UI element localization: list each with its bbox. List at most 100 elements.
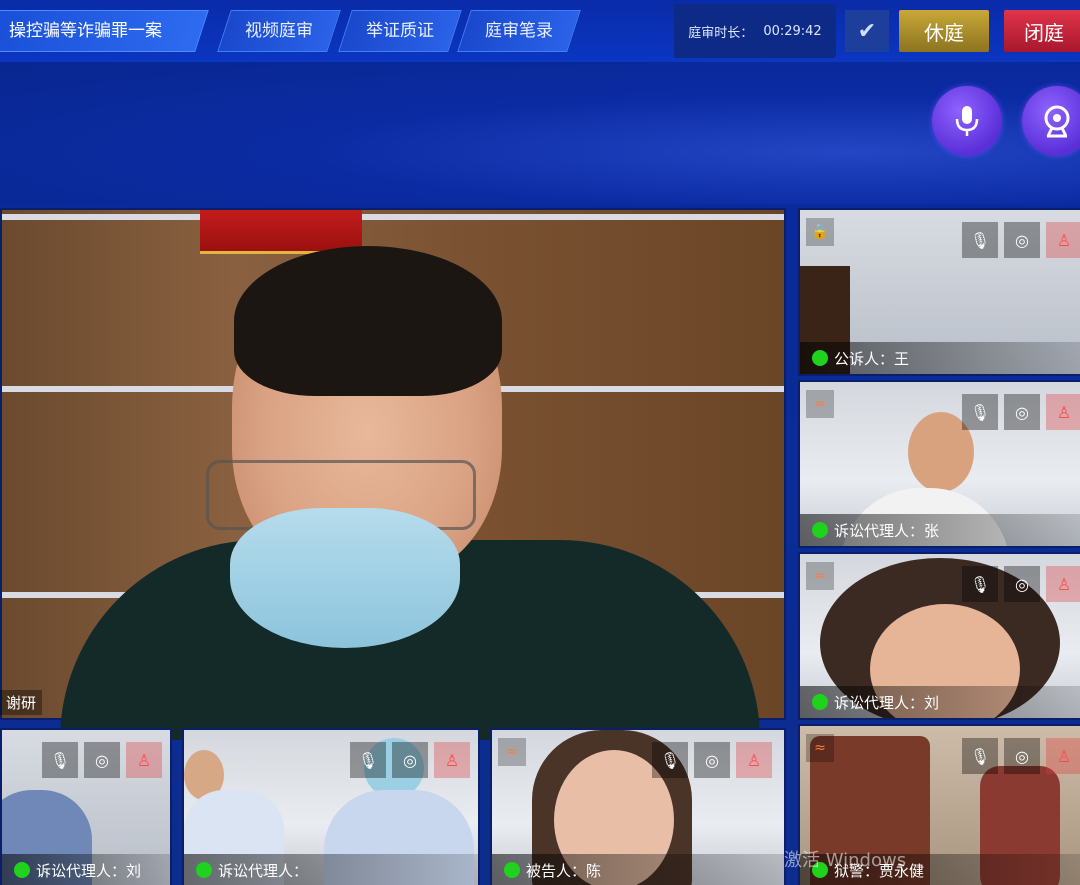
- top-bar: 操控骗等诈骗罪一案 视频庭审 举证质证 庭审笔录 庭审时长： 00:29:42 …: [0, 0, 1080, 62]
- confirm-button[interactable]: ✔: [845, 10, 889, 52]
- microphone-icon: 🎙: [49, 750, 71, 770]
- video-tile-bottom-2[interactable]: 🎙 ◎ ♙ 诉讼代理人：: [182, 728, 480, 885]
- camera-icon: ◎: [1015, 746, 1029, 766]
- camera-icon: [1044, 105, 1070, 138]
- remove-user-icon: ♙: [746, 750, 762, 770]
- case-title-text: 操控骗等诈骗罪一案: [9, 21, 162, 41]
- tile-mic-button[interactable]: 🎙: [962, 566, 998, 602]
- tile-mic-button[interactable]: 🎙: [962, 222, 998, 258]
- wall-panel-line: [2, 214, 784, 220]
- remove-user-icon: ♙: [1056, 574, 1072, 594]
- microphone-icon: 🎙: [357, 750, 379, 770]
- tile-label: 被告人：陈: [492, 854, 784, 885]
- close-court-button[interactable]: 闭庭: [1004, 10, 1080, 52]
- tile-camera-button[interactable]: ◎: [1004, 566, 1040, 602]
- tile-remove-user-button[interactable]: ♙: [1046, 738, 1080, 774]
- online-status-icon: [196, 862, 212, 878]
- tab-evidence-label: 举证质证: [366, 21, 434, 41]
- camera-icon: ◎: [1015, 402, 1029, 422]
- video-tile-defendant[interactable]: ≈ 🎙 ◎ ♙ 被告人：陈: [490, 728, 786, 885]
- signal-icon: ≈: [806, 390, 834, 418]
- remove-user-icon: ♙: [444, 750, 460, 770]
- tile-camera-button[interactable]: ◎: [1004, 738, 1040, 774]
- microphone-icon: 🎙: [969, 230, 991, 250]
- microphone-icon: [955, 106, 979, 136]
- tile-remove-user-button[interactable]: ♙: [1046, 566, 1080, 602]
- tab-video-trial-label: 视频庭审: [245, 21, 313, 41]
- tile-controls: 🎙 ◎ ♙: [350, 742, 470, 778]
- tile-mic-button[interactable]: 🎙: [962, 394, 998, 430]
- tab-video-trial[interactable]: 视频庭审: [217, 10, 341, 52]
- tile-remove-user-button[interactable]: ♙: [1046, 222, 1080, 258]
- windows-activation-watermark: 激活 Windows: [784, 850, 907, 871]
- tile-camera-button[interactable]: ◎: [84, 742, 120, 778]
- video-tile-bottom-1[interactable]: 🎙 ◎ ♙ 诉讼代理人：刘: [0, 728, 172, 885]
- microphone-icon: 🎙: [969, 402, 991, 422]
- online-status-icon: [812, 694, 828, 710]
- adjourn-button[interactable]: 休庭: [899, 10, 989, 52]
- tile-remove-user-button[interactable]: ♙: [126, 742, 162, 778]
- tile-mic-button[interactable]: 🎙: [962, 738, 998, 774]
- remove-user-icon: ♙: [1056, 402, 1072, 422]
- signal-icon: ≈: [498, 738, 526, 766]
- tile-controls: 🎙 ◎ ♙: [42, 742, 162, 778]
- tile-remove-user-button[interactable]: ♙: [1046, 394, 1080, 430]
- tile-controls: 🎙 ◎ ♙: [652, 742, 772, 778]
- check-icon: ✔: [857, 18, 877, 44]
- tile-label: 诉讼代理人：刘: [800, 686, 1080, 718]
- video-tile-agent-zhang[interactable]: ≈ 🎙 ◎ ♙ 诉讼代理人：张: [798, 380, 1080, 548]
- microphone-button[interactable]: [932, 86, 1002, 156]
- adjourn-label: 休庭: [924, 20, 964, 45]
- online-status-icon: [812, 522, 828, 538]
- camera-icon: ◎: [705, 750, 719, 770]
- remove-user-icon: ♙: [136, 750, 152, 770]
- participant-role: 诉讼代理人：刘: [36, 861, 142, 880]
- tab-evidence[interactable]: 举证质证: [338, 10, 462, 52]
- participant-role: 公诉人：王: [834, 349, 910, 368]
- control-row: [0, 62, 1080, 204]
- camera-icon: ◎: [403, 750, 417, 770]
- tile-remove-user-button[interactable]: ♙: [736, 742, 772, 778]
- tile-mic-button[interactable]: 🎙: [42, 742, 78, 778]
- microphone-icon: 🎙: [969, 746, 991, 766]
- tile-camera-button[interactable]: ◎: [392, 742, 428, 778]
- camera-icon: ◎: [1015, 230, 1029, 250]
- participant-role: 诉讼代理人：: [218, 861, 309, 880]
- tile-label: 诉讼代理人：张: [800, 514, 1080, 546]
- online-status-icon: [14, 862, 30, 878]
- microphone-icon: 🎙: [659, 750, 681, 770]
- tile-controls: 🎙 ◎ ♙: [962, 738, 1080, 774]
- tile-mic-button[interactable]: 🎙: [652, 742, 688, 778]
- tile-controls: 🎙 ◎ ♙: [962, 566, 1080, 602]
- close-court-label: 闭庭: [1024, 20, 1064, 45]
- main-speaker-hair: [234, 246, 502, 396]
- tile-camera-button[interactable]: ◎: [1004, 394, 1040, 430]
- participant-role: 被告人：陈: [526, 861, 602, 880]
- signal-icon: 🔒: [806, 218, 834, 246]
- tile-remove-user-button[interactable]: ♙: [434, 742, 470, 778]
- tab-transcript-label: 庭审笔录: [485, 21, 553, 41]
- tile-label: 公诉人：王: [800, 342, 1080, 374]
- participant-role: 诉讼代理人：刘: [834, 693, 940, 712]
- tile-label: 诉讼代理人：: [184, 854, 478, 885]
- camera-icon: ◎: [95, 750, 109, 770]
- signal-icon: ≈: [806, 734, 834, 762]
- trial-timer: 庭审时长： 00:29:42: [674, 4, 836, 58]
- tab-transcript[interactable]: 庭审笔录: [457, 10, 581, 52]
- timer-value: 00:29:42: [763, 23, 822, 39]
- main-speaker-name: 谢研: [0, 690, 43, 715]
- online-status-icon: [504, 862, 520, 878]
- remove-user-icon: ♙: [1056, 230, 1072, 250]
- video-tile-prosecutor[interactable]: 🔒 🎙 ◎ ♙ 公诉人：王: [798, 208, 1080, 376]
- tile-camera-button[interactable]: ◎: [694, 742, 730, 778]
- microphone-icon: 🎙: [969, 574, 991, 594]
- main-speaker-mask: [230, 508, 460, 648]
- online-status-icon: [812, 350, 828, 366]
- tile-controls: 🎙 ◎ ♙: [962, 394, 1080, 430]
- remove-user-icon: ♙: [1056, 746, 1072, 766]
- video-tile-agent-liu[interactable]: ≈ 🎙 ◎ ♙ 诉讼代理人：刘: [798, 552, 1080, 720]
- case-title: 操控骗等诈骗罪一案: [0, 10, 209, 52]
- tile-camera-button[interactable]: ◎: [1004, 222, 1040, 258]
- signal-icon: ≈: [806, 562, 834, 590]
- tile-mic-button[interactable]: 🎙: [350, 742, 386, 778]
